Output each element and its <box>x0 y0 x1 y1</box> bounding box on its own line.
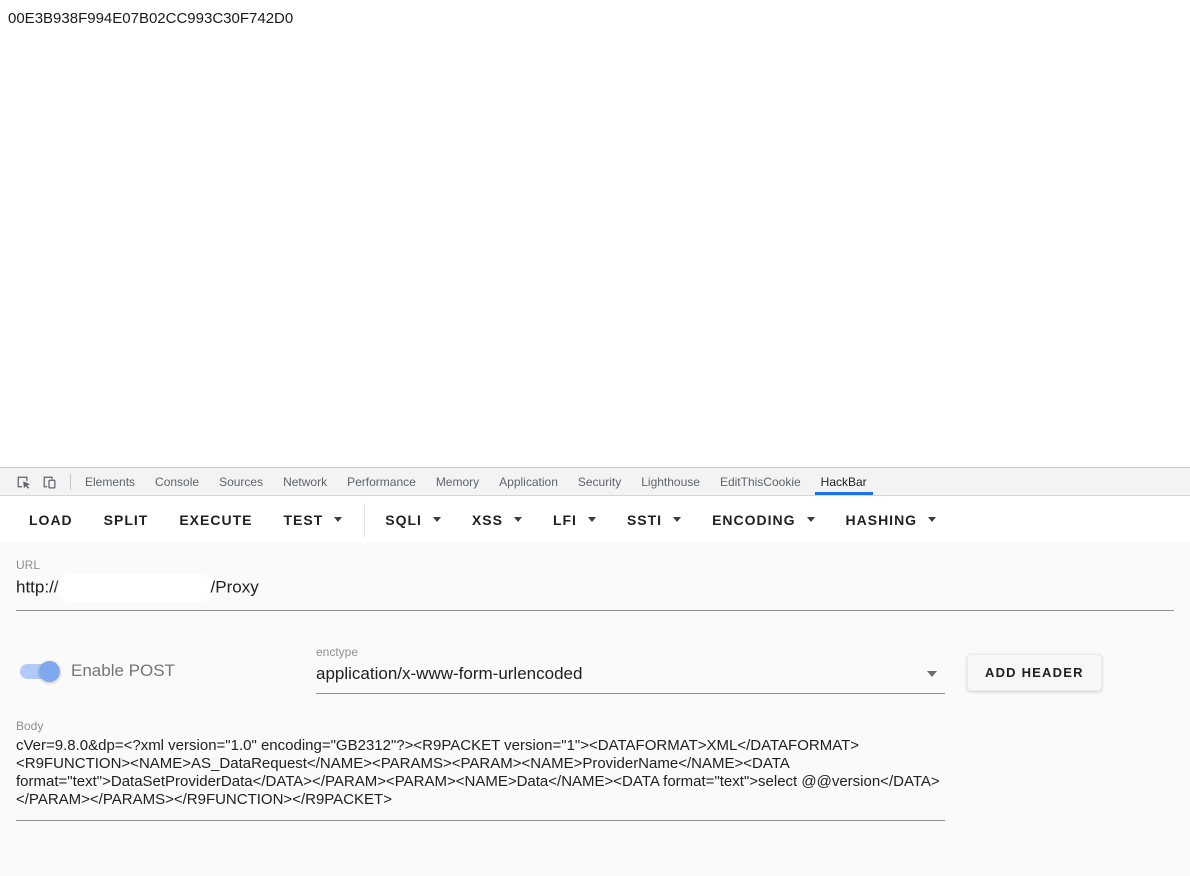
url-suffix: /Proxy <box>211 577 259 596</box>
dropdown-arrow-icon <box>927 671 937 677</box>
body-field-label: Body <box>16 719 945 733</box>
enctype-field: enctype application/x-www-form-urlencode… <box>316 645 945 694</box>
devtools-tool-icons <box>0 468 66 495</box>
url-field-label: URL <box>16 558 1174 572</box>
tab-lighthouse[interactable]: Lighthouse <box>631 468 710 495</box>
load-button[interactable]: LOAD <box>29 512 73 528</box>
chevron-down-icon <box>807 517 815 522</box>
body-field: Body cVer=9.8.0&dp=<?xml version="1.0" e… <box>16 719 945 821</box>
execute-button-label: EXECUTE <box>179 512 252 528</box>
ssti-menu-button[interactable]: SSTI <box>627 512 681 528</box>
lfi-menu-label: LFI <box>553 512 577 528</box>
tab-console[interactable]: Console <box>145 468 209 495</box>
split-button[interactable]: SPLIT <box>104 512 149 528</box>
tab-memory[interactable]: Memory <box>426 468 489 495</box>
load-button-label: LOAD <box>29 512 73 528</box>
tab-hackbar[interactable]: HackBar <box>811 468 877 495</box>
test-menu-button[interactable]: TEST <box>283 512 342 528</box>
devtools-panel: Elements Console Sources Network Perform… <box>0 467 1190 876</box>
hashing-menu-button[interactable]: HASHING <box>846 512 937 528</box>
xss-menu-label: XSS <box>472 512 503 528</box>
tab-performance[interactable]: Performance <box>337 468 426 495</box>
tab-network[interactable]: Network <box>273 468 337 495</box>
toolbar-separator <box>364 503 365 537</box>
chevron-down-icon <box>334 517 342 522</box>
chevron-down-icon <box>514 517 522 522</box>
enctype-field-label: enctype <box>316 645 945 659</box>
body-textarea[interactable]: cVer=9.8.0&dp=<?xml version="1.0" encodi… <box>16 737 945 821</box>
hackbar-form: URL http:// /Proxy Enable POST enctype ap… <box>0 543 1190 876</box>
test-menu-label: TEST <box>283 512 323 528</box>
chevron-down-icon <box>928 517 936 522</box>
devtools-tabbar: Elements Console Sources Network Perform… <box>0 468 1190 496</box>
post-options-row: Enable POST enctype application/x-www-fo… <box>16 645 1174 694</box>
tabbar-separator <box>70 474 71 490</box>
encoding-menu-button[interactable]: ENCODING <box>712 512 814 528</box>
device-toolbar-icon[interactable] <box>36 471 62 493</box>
enable-post-label: Enable POST <box>71 661 175 681</box>
lfi-menu-button[interactable]: LFI <box>553 512 596 528</box>
chevron-down-icon <box>588 517 596 522</box>
split-button-label: SPLIT <box>104 512 149 528</box>
url-input[interactable]: http:// /Proxy <box>16 572 1174 611</box>
tab-sources[interactable]: Sources <box>209 468 273 495</box>
encoding-menu-label: ENCODING <box>712 512 795 528</box>
tab-application[interactable]: Application <box>489 468 568 495</box>
tab-elements[interactable]: Elements <box>75 468 145 495</box>
toggle-thumb-icon <box>39 661 60 682</box>
sqli-menu-button[interactable]: SQLI <box>385 512 441 528</box>
xss-menu-button[interactable]: XSS <box>472 512 522 528</box>
execute-button[interactable]: EXECUTE <box>179 512 252 528</box>
url-field: URL http:// /Proxy <box>16 558 1174 611</box>
ssti-menu-label: SSTI <box>627 512 662 528</box>
sqli-menu-label: SQLI <box>385 512 422 528</box>
hashing-menu-label: HASHING <box>846 512 918 528</box>
tab-editthiscookie[interactable]: EditThisCookie <box>710 468 811 495</box>
add-header-button[interactable]: ADD HEADER <box>967 654 1102 691</box>
page-response-text: 00E3B938F994E07B02CC993C30F742D0 <box>8 10 1182 27</box>
tab-security[interactable]: Security <box>568 468 631 495</box>
chevron-down-icon <box>433 517 441 522</box>
enctype-select[interactable]: application/x-www-form-urlencoded <box>316 659 945 694</box>
url-prefix: http:// <box>16 577 59 596</box>
enctype-selected-value: application/x-www-form-urlencoded <box>316 664 927 684</box>
chevron-down-icon <box>673 517 681 522</box>
redacted-host <box>61 577 209 599</box>
hackbar-toolbar: LOAD SPLIT EXECUTE TEST SQLI XSS LFI SST… <box>0 496 1190 543</box>
enable-post-toggle[interactable] <box>20 664 57 679</box>
page-content: 00E3B938F994E07B02CC993C30F742D0 <box>0 0 1190 467</box>
enable-post-group: Enable POST <box>16 661 316 681</box>
inspect-element-icon[interactable] <box>10 471 36 493</box>
